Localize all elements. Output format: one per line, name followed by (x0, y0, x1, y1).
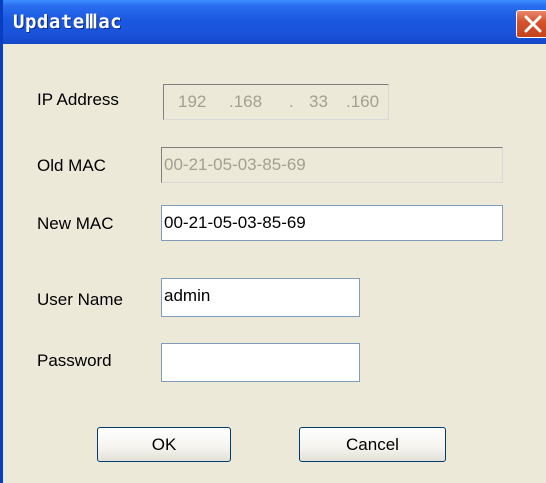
password-input[interactable] (161, 343, 360, 382)
password-label: Password (37, 351, 112, 370)
cancel-button[interactable]: Cancel (299, 427, 446, 462)
ip-dot: . (289, 92, 294, 111)
new-mac-label: New MAC (37, 214, 114, 233)
update-mac-dialog: UpdateⅢac IP Address 192 .168 . 33 .160 … (0, 0, 546, 483)
ip-octet-4: .160 (346, 92, 380, 111)
window-title: UpdateⅢac (13, 11, 123, 33)
ok-button[interactable]: OK (97, 427, 231, 462)
old-mac-field: 00-21-05-03-85-69 (161, 147, 503, 183)
ip-address-field: 192 .168 . 33 .160 (163, 84, 389, 120)
ip-octet-3: 33 (309, 92, 328, 111)
close-button[interactable] (516, 10, 546, 38)
ip-address-label: IP Address (37, 90, 119, 109)
ip-octet-2: .168 (229, 92, 263, 111)
user-name-label: User Name (37, 290, 123, 309)
user-name-input[interactable]: admin (161, 278, 360, 317)
old-mac-label: Old MAC (37, 156, 106, 175)
new-mac-input[interactable]: 00-21-05-03-85-69 (161, 205, 503, 241)
ip-octet-1: 192 (178, 92, 207, 111)
title-bar[interactable]: UpdateⅢac (3, 0, 546, 44)
